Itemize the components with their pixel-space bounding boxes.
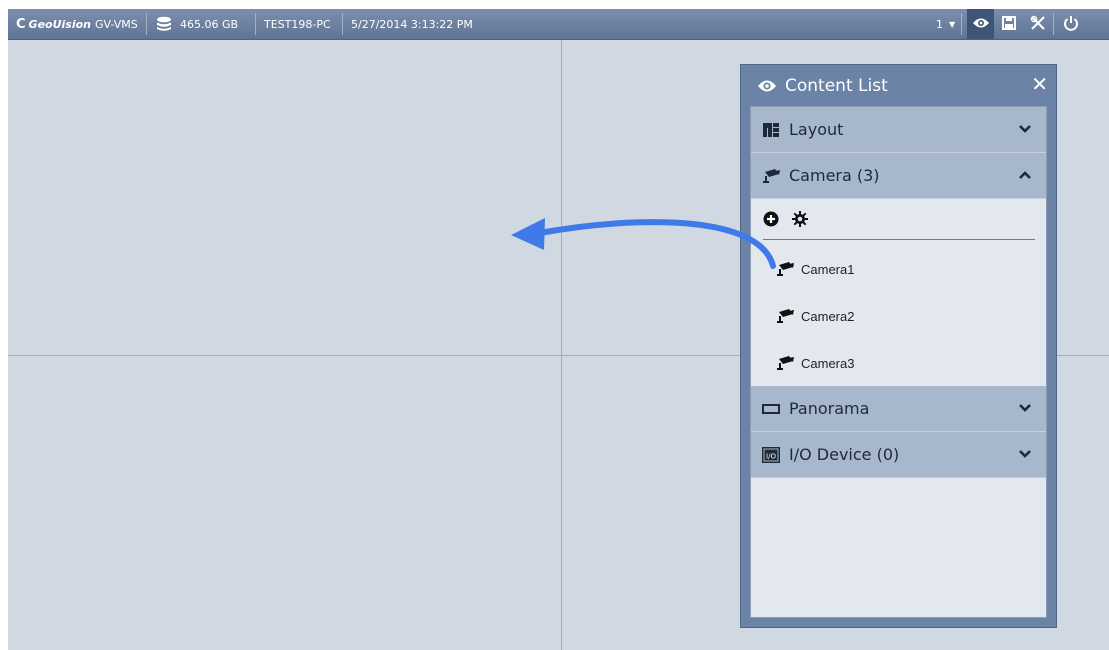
live-view-button[interactable] xyxy=(967,9,994,39)
panel-title: Content List xyxy=(785,75,888,96)
camera-label: Camera3 xyxy=(801,355,855,371)
camera-icon xyxy=(775,308,799,324)
section-camera[interactable]: Camera (3) xyxy=(751,153,1046,199)
toolbar-divider xyxy=(763,239,1035,240)
svg-text:I/O: I/O xyxy=(766,452,776,460)
tools-button[interactable] xyxy=(1024,9,1051,39)
divider xyxy=(1053,13,1054,35)
divider xyxy=(961,13,962,35)
section-label: Camera (3) xyxy=(789,166,880,185)
page-selector[interactable]: 1 ▼ xyxy=(936,9,955,39)
app-logo: C GeoUision GV-VMS xyxy=(16,9,138,39)
grid-divider-vertical xyxy=(561,40,562,650)
content-list-body: Layout Camera (3) Camera1 Camera2 Camera… xyxy=(750,106,1047,618)
panel-header[interactable]: Content List ✕ xyxy=(741,65,1056,106)
camera-icon xyxy=(761,168,781,184)
storage-info: 465.06 GB xyxy=(156,9,238,39)
top-bar: C GeoUision GV-VMS 465.06 GB TEST198-PC … xyxy=(8,9,1109,40)
section-label: Layout xyxy=(789,120,844,139)
storage-value: 465.06 GB xyxy=(180,17,239,31)
divider xyxy=(146,13,147,35)
chevron-down-icon xyxy=(1018,446,1032,465)
database-icon xyxy=(156,16,172,32)
power-button[interactable] xyxy=(1057,9,1084,39)
camera-item[interactable]: Camera1 xyxy=(751,246,1046,292)
power-icon xyxy=(1063,15,1079,34)
section-layout[interactable]: Layout xyxy=(751,107,1046,153)
io-device-icon: I/O xyxy=(761,446,781,463)
camera-item[interactable]: Camera3 xyxy=(751,340,1046,386)
divider xyxy=(342,13,343,35)
chevron-down-icon xyxy=(1018,121,1032,140)
section-io-device[interactable]: I/O I/O Device (0) xyxy=(751,432,1046,478)
product-name: GV-VMS xyxy=(95,17,138,31)
camera-toolbar xyxy=(751,198,1046,240)
section-label: I/O Device (0) xyxy=(789,445,900,464)
section-panorama[interactable]: Panorama xyxy=(751,386,1046,432)
save-icon xyxy=(1001,15,1016,33)
save-button[interactable] xyxy=(995,9,1022,39)
eye-icon xyxy=(757,79,777,93)
panorama-icon xyxy=(761,403,781,414)
host-name: TEST198-PC xyxy=(264,17,331,31)
camera-item[interactable]: Camera2 xyxy=(751,293,1046,339)
close-icon[interactable]: ✕ xyxy=(1031,74,1048,94)
content-list-panel: Content List ✕ Layout Camera (3) Camera1… xyxy=(740,64,1057,628)
layout-icon xyxy=(761,122,781,137)
page-selector-value: 1 xyxy=(936,17,943,31)
tools-icon xyxy=(1030,15,1046,34)
section-label: Panorama xyxy=(789,399,870,418)
date-time: 5/27/2014 3:13:22 PM xyxy=(351,17,473,31)
divider xyxy=(255,13,256,35)
camera-icon xyxy=(775,355,799,371)
caret-down-icon: ▼ xyxy=(949,19,956,29)
chevron-up-icon xyxy=(1018,167,1032,186)
camera-label: Camera1 xyxy=(801,261,855,277)
logo-text: GeoUision xyxy=(28,17,92,31)
eye-icon xyxy=(972,17,990,32)
camera-label: Camera2 xyxy=(801,308,855,324)
camera-icon xyxy=(775,261,799,277)
settings-icon[interactable] xyxy=(792,211,808,231)
add-icon[interactable] xyxy=(763,211,779,231)
chevron-down-icon xyxy=(1018,400,1032,419)
logo-mark: C xyxy=(16,16,26,32)
